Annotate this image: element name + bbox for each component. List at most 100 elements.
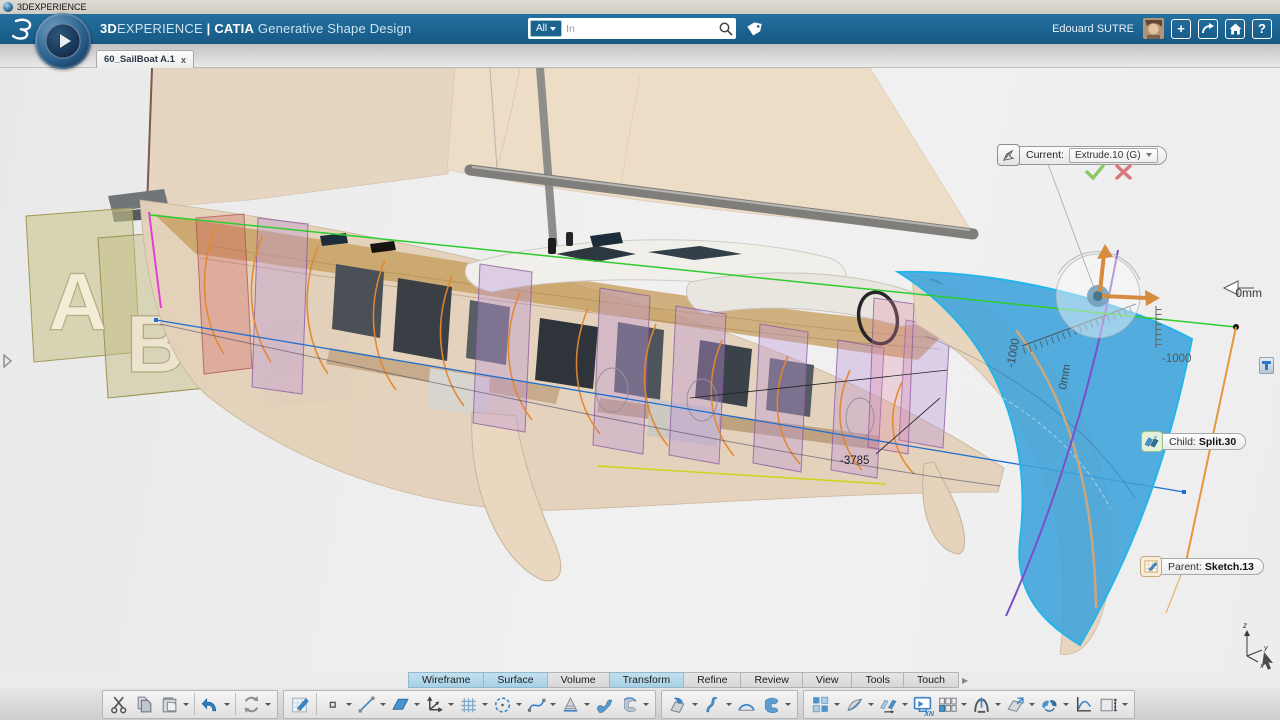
app-title: 3DEXPERIENCE | CATIA Generative Shape De…: [100, 21, 411, 36]
manipulator-right-arrow[interactable]: [1102, 296, 1148, 298]
point-button[interactable]: [320, 691, 354, 717]
tab-transform[interactable]: Transform: [609, 672, 683, 688]
join-healing-button[interactable]: [1037, 691, 1071, 717]
styled-sweep-button[interactable]: [700, 691, 734, 717]
3d-viewport[interactable]: A B C: [0, 68, 1280, 672]
tab-review[interactable]: Review: [740, 672, 801, 688]
line-button[interactable]: [354, 691, 388, 717]
tabs-overflow-icon[interactable]: ▶: [962, 676, 968, 685]
paste-button[interactable]: [157, 691, 191, 717]
undo-dropdown-arrow[interactable]: [224, 703, 230, 706]
search-filter-dropdown[interactable]: All: [530, 20, 562, 37]
tag-search-button[interactable]: [744, 19, 764, 39]
mirror-button[interactable]: [876, 691, 910, 717]
surface-group: [661, 690, 798, 719]
plane-dropdown-arrow[interactable]: [414, 703, 420, 706]
current-feature-dropdown[interactable]: Extrude.10 (G): [1069, 148, 1158, 163]
tab-touch[interactable]: Touch: [903, 672, 959, 688]
panel-expander-button[interactable]: [1259, 357, 1274, 374]
measure-dropdown-arrow[interactable]: [1122, 703, 1128, 706]
extract-button[interactable]: [1003, 691, 1037, 717]
sweep-icon: [594, 694, 615, 715]
compass-play-button[interactable]: [45, 23, 81, 59]
tab-volume[interactable]: Volume: [547, 672, 609, 688]
plane-button[interactable]: [388, 691, 422, 717]
split-button[interactable]: [666, 691, 700, 717]
extrapolate-button[interactable]: [969, 691, 1003, 717]
user-avatar[interactable]: [1143, 18, 1164, 39]
close-icon[interactable]: x: [181, 55, 186, 65]
mirror-dropdown-arrow[interactable]: [902, 703, 908, 706]
multi-section-surface-button[interactable]: [558, 691, 592, 717]
measure-button[interactable]: [1096, 691, 1130, 717]
extrapolate-dropdown-arrow[interactable]: [995, 703, 1001, 706]
action-bar: WireframeSurfaceVolumeTransformRefineRev…: [0, 672, 1280, 688]
add-button[interactable]: +: [1171, 19, 1191, 39]
blend-button[interactable]: [759, 691, 793, 717]
cancel-x-button[interactable]: [1115, 164, 1132, 180]
work-grid-button[interactable]: [456, 691, 490, 717]
3ds-logo-icon[interactable]: [10, 17, 36, 41]
tab-view[interactable]: View: [802, 672, 852, 688]
update-button[interactable]: [239, 691, 273, 717]
split-dropdown-arrow[interactable]: [692, 703, 698, 706]
spline-button[interactable]: [524, 691, 558, 717]
axis-system-dropdown-arrow[interactable]: [448, 703, 454, 706]
join-healing-dropdown-arrow[interactable]: [1063, 703, 1069, 706]
help-icon: ?: [1258, 21, 1266, 36]
blend-dropdown-arrow[interactable]: [785, 703, 791, 706]
fill-button[interactable]: [734, 691, 759, 717]
circle-button[interactable]: [490, 691, 524, 717]
sails[interactable]: [147, 68, 972, 232]
tab-tools[interactable]: Tools: [851, 672, 903, 688]
pattern-dropdown-arrow[interactable]: [834, 703, 840, 706]
circle-dropdown-arrow[interactable]: [516, 703, 522, 706]
cut-button[interactable]: [107, 691, 132, 717]
ok-check-button[interactable]: [1085, 164, 1105, 180]
3dexperience-compass[interactable]: [35, 13, 91, 69]
symmetry-button[interactable]: [842, 691, 876, 717]
spline-dropdown-arrow[interactable]: [550, 703, 556, 706]
update-dropdown-arrow[interactable]: [265, 703, 271, 706]
tab-wireframe[interactable]: Wireframe: [408, 672, 483, 688]
app-header: 3DEXPERIENCE | CATIA Generative Shape De…: [0, 14, 1280, 44]
sweep-button[interactable]: [592, 691, 617, 717]
revolve-dropdown-arrow[interactable]: [643, 703, 649, 706]
help-button[interactable]: ?: [1252, 19, 1272, 39]
line-dropdown-arrow[interactable]: [380, 703, 386, 706]
bottom-toolbar: XN: [0, 688, 1280, 720]
paste-dropdown-arrow[interactable]: [183, 703, 189, 706]
instantiate-xn-button[interactable]: XN: [910, 691, 935, 717]
home-button[interactable]: [1225, 19, 1245, 39]
point-dropdown-arrow[interactable]: [346, 703, 352, 706]
user-name[interactable]: Edouard SUTRE: [1052, 23, 1134, 35]
multi-section-surface-dropdown-arrow[interactable]: [584, 703, 590, 706]
grid-icon: [458, 694, 479, 715]
undo-button[interactable]: [198, 691, 232, 717]
blend-icon: [761, 694, 782, 715]
tree-expander-chevron[interactable]: [2, 353, 13, 374]
pattern-button[interactable]: [808, 691, 842, 717]
work-grid-dropdown-arrow[interactable]: [482, 703, 488, 706]
extract-dropdown-arrow[interactable]: [1029, 703, 1035, 706]
tab-refine[interactable]: Refine: [683, 672, 740, 688]
parent-feature-tag[interactable]: Parent: Sketch.13: [1140, 556, 1264, 577]
share-button[interactable]: [1198, 19, 1218, 39]
child-feature-tag[interactable]: Child: Split.30: [1141, 431, 1246, 452]
msurf-icon: [560, 694, 581, 715]
current-tool-button[interactable]: [997, 144, 1020, 166]
law-button[interactable]: [1071, 691, 1096, 717]
styled-sweep-dropdown-arrow[interactable]: [726, 703, 732, 706]
search-icon[interactable]: [718, 21, 734, 37]
document-tab[interactable]: 60_SailBoat A.1 x: [96, 50, 194, 68]
brand-rest: EXPERIENCE: [117, 21, 203, 36]
sketch-button[interactable]: [288, 691, 313, 717]
tab-surface[interactable]: Surface: [483, 672, 546, 688]
axis-system-button[interactable]: [422, 691, 456, 717]
copy-button[interactable]: [132, 691, 157, 717]
matrix-pattern-button[interactable]: [935, 691, 969, 717]
search-input[interactable]: [562, 23, 718, 35]
symmetry-dropdown-arrow[interactable]: [868, 703, 874, 706]
revolve-button[interactable]: [617, 691, 651, 717]
matrix-pattern-dropdown-arrow[interactable]: [961, 703, 967, 706]
